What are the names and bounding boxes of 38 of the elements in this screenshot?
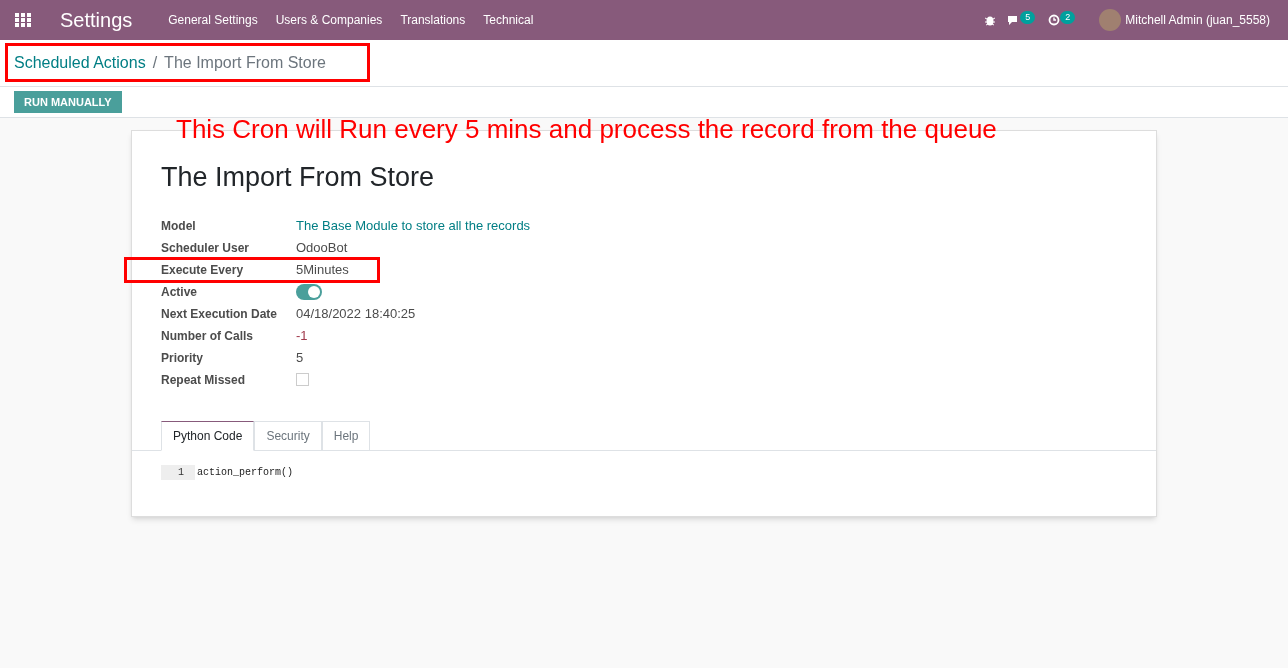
- menu-item[interactable]: Users & Companies: [275, 11, 383, 29]
- toggle-switch[interactable]: [296, 283, 322, 300]
- breadcrumb-link[interactable]: Scheduled Actions: [14, 51, 146, 75]
- run-manually-button[interactable]: RUN MANUALLY: [14, 91, 122, 113]
- field-value: -1: [296, 326, 308, 345]
- field-label: Execute Every: [161, 261, 245, 279]
- field-value: 04/18/2022 18:40:25: [296, 304, 416, 323]
- field-label: Model: [161, 217, 197, 235]
- menu-item[interactable]: Technical: [483, 11, 534, 29]
- line-number: 1: [161, 464, 195, 480]
- menu-item[interactable]: Translations: [400, 11, 466, 29]
- annotation-text: This Cron will Run every 5 mins and process the record from the queue: [176, 113, 997, 146]
- breadcrumb-separator: /: [152, 53, 158, 73]
- field-label: Number of Calls: [161, 327, 254, 345]
- field-label: Scheduler User: [161, 239, 251, 257]
- breadcrumb-current: The Import From Store: [164, 53, 326, 73]
- checkbox[interactable]: [296, 373, 309, 386]
- field-label: Repeat Missed: [161, 371, 247, 389]
- tab[interactable]: Python Code: [161, 420, 255, 451]
- field-value: 5: [296, 348, 304, 367]
- user-menu[interactable]: Mitchell Admin (juan_5558): [1125, 11, 1270, 29]
- notification-badge: 5: [1020, 10, 1036, 24]
- bug-icon[interactable]: [984, 14, 997, 26]
- record-title: The Import From Store: [161, 161, 436, 194]
- field-label: Active: [161, 283, 199, 301]
- model-link[interactable]: The Base Module to store all the records: [296, 215, 531, 236]
- tab[interactable]: Help: [321, 420, 371, 451]
- notification-badge: 2: [1060, 10, 1076, 24]
- field-label: Next Execution Date: [161, 305, 279, 323]
- field-label: Priority: [161, 349, 204, 367]
- apps-grid-icon[interactable]: [15, 13, 31, 27]
- tab[interactable]: Security: [254, 420, 322, 451]
- clock-icon[interactable]: [1048, 14, 1061, 26]
- field-value: 5Minutes: [296, 260, 349, 279]
- menu-item[interactable]: General Settings: [168, 11, 258, 29]
- field-value: OdooBot: [296, 238, 348, 257]
- code-line: action_perform(): [196, 465, 293, 480]
- app-title: Settings: [60, 8, 133, 33]
